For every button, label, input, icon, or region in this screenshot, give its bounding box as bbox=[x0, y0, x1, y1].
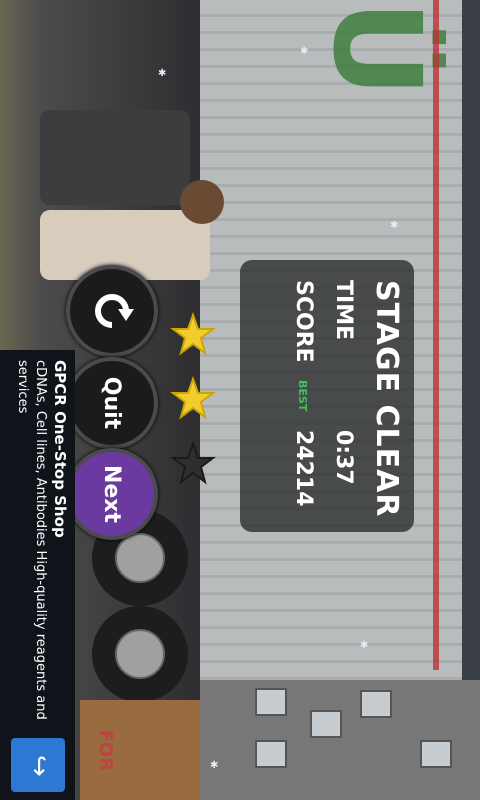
star-icon bbox=[170, 312, 216, 356]
retry-icon bbox=[95, 294, 134, 328]
score-row: SCORE BEST 24214 bbox=[291, 280, 316, 507]
window bbox=[420, 740, 452, 768]
snowflake: ✱ bbox=[360, 640, 369, 651]
truck-wheel bbox=[92, 606, 188, 702]
character-head bbox=[180, 180, 224, 224]
ad-banner[interactable]: GPCR One-Stop Shop cDNAs, Cell lines, An… bbox=[0, 350, 75, 800]
sign-text: FOR bbox=[95, 729, 117, 772]
quit-button[interactable]: Quit bbox=[66, 357, 158, 449]
snowflake: ✱ bbox=[158, 68, 167, 79]
snowflake: ✱ bbox=[210, 760, 219, 771]
stage-clear-content: STAGE CLEAR TIME 0:37 SCORE BEST 24214 bbox=[240, 260, 414, 532]
time-label: TIME bbox=[331, 280, 356, 341]
next-button[interactable]: Next bbox=[66, 448, 158, 540]
ad-content: GPCR One-Stop Shop cDNAs, Cell lines, An… bbox=[0, 350, 75, 800]
score-value: 24214 bbox=[291, 430, 316, 507]
star-empty-icon bbox=[170, 441, 216, 485]
stage-clear-title: STAGE CLEAR bbox=[369, 280, 404, 518]
score-label: SCORE bbox=[291, 280, 316, 363]
building bbox=[200, 680, 480, 800]
game-screen: Ü FOR ✱ ✱ ✱ ✱ ✱ STAGE CLEAR TIME 0:37 SC… bbox=[0, 0, 480, 800]
window bbox=[360, 690, 392, 718]
snowflake: ✱ bbox=[390, 220, 399, 231]
trailer-stripe bbox=[433, 0, 439, 670]
window bbox=[255, 740, 287, 768]
best-badge: BEST bbox=[296, 380, 309, 412]
stage-clear-panel: STAGE CLEAR TIME 0:37 SCORE BEST 24214 bbox=[240, 260, 414, 532]
star-icon bbox=[170, 376, 216, 420]
arrow-right-icon: ↪ bbox=[24, 755, 54, 777]
time-value: 0:37 bbox=[331, 430, 356, 485]
ad-body: cDNAs, Cell lines, Antibodies High-quali… bbox=[15, 360, 48, 720]
ad-title: GPCR One-Stop Shop bbox=[51, 360, 69, 538]
quit-label: Quit bbox=[99, 376, 125, 430]
retry-button[interactable] bbox=[66, 265, 158, 357]
next-label: Next bbox=[99, 464, 125, 524]
snowflake: ✱ bbox=[300, 46, 309, 57]
time-row: TIME 0:37 bbox=[331, 280, 356, 485]
window bbox=[255, 688, 287, 716]
window bbox=[310, 710, 342, 738]
ad-arrow-button[interactable]: ↪ bbox=[11, 738, 65, 792]
character-dark bbox=[40, 110, 190, 205]
